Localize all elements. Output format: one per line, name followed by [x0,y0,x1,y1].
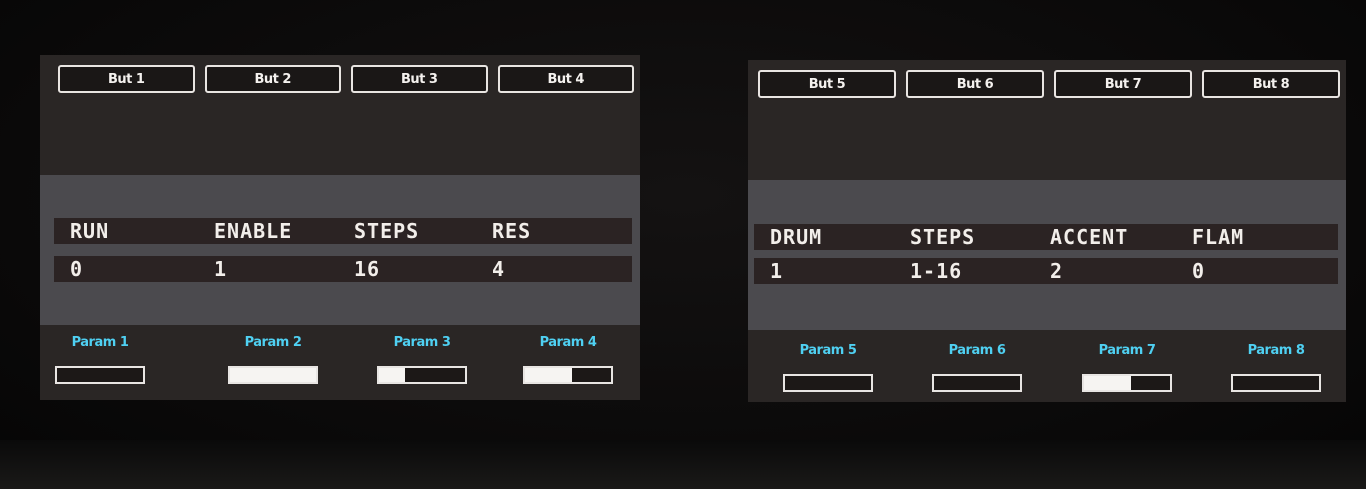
param-3: Param 3 [362,335,482,384]
param-7-slider-fill [1084,376,1132,390]
right-value-row: 1 1-16 2 0 [754,258,1338,284]
value-steps: 1-16 [910,259,963,283]
param-4: Param 4 [508,335,628,384]
button-4[interactable]: But 4 [497,65,634,93]
param-1-label: Param 1 [71,335,129,350]
param-1: Param 1 [40,335,160,384]
left-value-row: 0 1 16 4 [54,256,632,282]
value-run: 0 [70,257,84,281]
param-4-slider[interactable] [523,366,613,384]
button-1[interactable]: But 1 [58,65,195,93]
param-7-label: Param 7 [1098,343,1156,358]
button-7[interactable]: But 7 [1054,70,1192,98]
device-knob-strip [0,440,1366,489]
label-steps: STEPS [354,219,420,243]
param-8-slider[interactable] [1231,374,1321,392]
label-steps: STEPS [910,225,976,249]
param-6-slider[interactable] [932,374,1022,392]
param-2-slider-fill [230,368,316,382]
button-6[interactable]: But 6 [906,70,1044,98]
param-2: Param 2 [213,335,333,384]
left-display: But 1 But 2 But 3 But 4 RUN ENABLE STEPS… [40,55,640,400]
button-8[interactable]: But 8 [1202,70,1340,98]
param-2-label: Param 2 [244,335,302,350]
value-accent: 2 [1050,259,1064,283]
value-steps: 16 [354,257,381,281]
label-accent: ACCENT [1050,225,1129,249]
param-7: Param 7 [1067,343,1187,392]
label-enable: ENABLE [214,219,293,243]
param-7-slider[interactable] [1082,374,1172,392]
param-5-slider[interactable] [783,374,873,392]
left-param-band [40,175,640,325]
left-button-row: But 1 But 2 But 3 But 4 [58,65,634,93]
param-3-label: Param 3 [393,335,451,350]
param-1-slider[interactable] [55,366,145,384]
button-5[interactable]: But 5 [758,70,896,98]
right-param-band [748,180,1346,330]
value-drum: 1 [770,259,784,283]
param-6: Param 6 [917,343,1037,392]
param-6-label: Param 6 [948,343,1006,358]
param-2-slider[interactable] [228,366,318,384]
param-3-slider[interactable] [377,366,467,384]
param-3-slider-fill [379,368,405,382]
param-4-slider-fill [525,368,573,382]
param-5-label: Param 5 [799,343,857,358]
param-8: Param 8 [1216,343,1336,392]
right-display: But 5 But 6 But 7 But 8 DRUM STEPS ACCEN… [748,60,1346,402]
label-drum: DRUM [770,225,823,249]
button-3[interactable]: But 3 [351,65,488,93]
value-res: 4 [492,257,506,281]
label-res: RES [492,219,532,243]
label-flam: FLAM [1192,225,1245,249]
param-8-label: Param 8 [1247,343,1305,358]
param-4-label: Param 4 [539,335,597,350]
param-5: Param 5 [768,343,888,392]
left-label-row: RUN ENABLE STEPS RES [54,218,632,244]
label-run: RUN [70,219,110,243]
right-label-row: DRUM STEPS ACCENT FLAM [754,224,1338,250]
value-enable: 1 [214,257,228,281]
value-flam: 0 [1192,259,1206,283]
button-2[interactable]: But 2 [204,65,341,93]
right-button-row: But 5 But 6 But 7 But 8 [758,70,1340,98]
